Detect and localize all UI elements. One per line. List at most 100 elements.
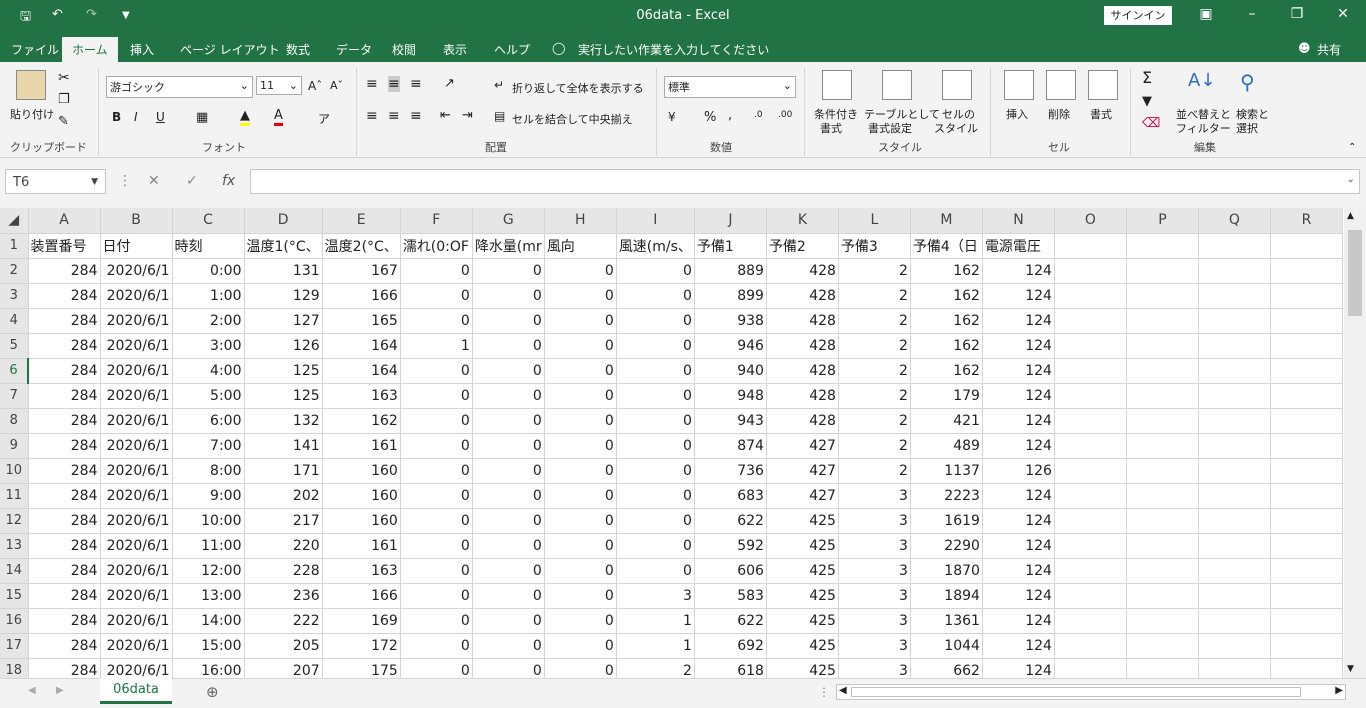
tell-me-search[interactable]: 実行したい作業を入力してください <box>578 41 769 58</box>
cell[interactable]: 171 <box>244 458 323 484</box>
cell[interactable] <box>1126 358 1199 384</box>
cell[interactable]: 427 <box>766 433 839 459</box>
cell[interactable]: 132 <box>244 408 323 434</box>
column-header[interactable]: J <box>694 208 767 234</box>
cell[interactable]: 2020/6/1 <box>100 533 173 559</box>
worksheet-grid[interactable]: ◢ A B C D E F G H I J K L M N O P Q R 1 装置番号 日付 時刻 温度1(°C、 温度2(… <box>0 208 1344 678</box>
cell[interactable] <box>1126 258 1199 284</box>
cell[interactable]: 692 <box>694 633 767 659</box>
cell[interactable]: 0 <box>400 308 473 334</box>
cell[interactable]: 0 <box>616 258 695 284</box>
cell[interactable]: 162 <box>910 283 983 309</box>
cell[interactable]: 284 <box>28 433 101 459</box>
cell[interactable]: 3 <box>838 533 911 559</box>
cell[interactable]: 0 <box>616 533 695 559</box>
column-header[interactable]: B <box>100 208 173 234</box>
cell[interactable]: 217 <box>244 508 323 534</box>
cell[interactable]: 428 <box>766 408 839 434</box>
bold-icon[interactable]: B <box>112 110 121 124</box>
cell[interactable]: 124 <box>982 283 1055 309</box>
row-header[interactable]: 1 <box>0 233 29 259</box>
cell[interactable] <box>1126 383 1199 409</box>
conditional-formatting-line2[interactable]: 書式 <box>820 120 842 136</box>
cell[interactable]: 2 <box>838 358 911 384</box>
cell[interactable]: 0 <box>472 583 545 609</box>
cell[interactable]: 124 <box>982 558 1055 584</box>
cell[interactable]: 3 <box>838 583 911 609</box>
cell[interactable] <box>1198 608 1271 634</box>
cell[interactable] <box>1270 533 1343 559</box>
cell[interactable]: 2290 <box>910 533 983 559</box>
cell[interactable] <box>1054 483 1127 509</box>
row-header[interactable]: 7 <box>0 383 29 409</box>
cell[interactable]: 662 <box>910 658 983 678</box>
column-header[interactable]: A <box>28 208 101 234</box>
cell[interactable] <box>1198 558 1271 584</box>
column-header[interactable]: P <box>1126 208 1199 234</box>
cell[interactable]: 124 <box>982 333 1055 359</box>
cell[interactable]: 169 <box>322 608 401 634</box>
ribbon-display-options-icon[interactable]: ▣ <box>1196 6 1216 22</box>
column-header[interactable]: I <box>616 208 695 234</box>
cell[interactable]: 938 <box>694 308 767 334</box>
column-header[interactable]: K <box>766 208 839 234</box>
cell[interactable] <box>1054 233 1127 259</box>
comma-icon[interactable]: , <box>728 108 732 123</box>
cell[interactable] <box>1270 383 1343 409</box>
cell[interactable]: 装置番号 <box>28 233 101 259</box>
cell[interactable]: 161 <box>322 433 401 459</box>
cell[interactable]: 2 <box>838 333 911 359</box>
cell[interactable]: 736 <box>694 458 767 484</box>
cell[interactable]: 0 <box>400 483 473 509</box>
cell[interactable]: 165 <box>322 308 401 334</box>
cell[interactable]: 166 <box>322 583 401 609</box>
cell[interactable]: 2020/6/1 <box>100 358 173 384</box>
prev-sheet-icon[interactable]: ◀ <box>28 685 36 696</box>
cell[interactable]: 2 <box>838 383 911 409</box>
cell[interactable]: 124 <box>982 508 1055 534</box>
cell[interactable] <box>1054 458 1127 484</box>
insert-cells-button[interactable]: 挿入 <box>1006 106 1028 122</box>
cell-styles-line2[interactable]: スタイル <box>934 120 978 136</box>
italic-icon[interactable]: I <box>134 110 138 124</box>
decrease-decimal-icon[interactable]: .00 <box>778 110 792 120</box>
cell[interactable]: 141 <box>244 433 323 459</box>
scroll-right-icon[interactable]: ▶ <box>1335 685 1343 696</box>
cell[interactable]: 618 <box>694 658 767 678</box>
cell[interactable]: 2223 <box>910 483 983 509</box>
row-header[interactable]: 10 <box>0 458 29 484</box>
cell[interactable]: 11:00 <box>172 533 245 559</box>
cell[interactable]: 126 <box>982 458 1055 484</box>
cell[interactable]: 降水量(mr <box>472 233 545 259</box>
increase-decimal-icon[interactable]: .0 <box>754 110 763 120</box>
cell[interactable] <box>1126 508 1199 534</box>
cell[interactable]: 0 <box>400 358 473 384</box>
cell[interactable]: 3 <box>838 508 911 534</box>
cell[interactable]: 284 <box>28 533 101 559</box>
cell[interactable] <box>1126 583 1199 609</box>
cell[interactable]: 428 <box>766 333 839 359</box>
cell[interactable] <box>1054 258 1127 284</box>
column-header[interactable]: C <box>172 208 245 234</box>
format-painter-icon[interactable]: ✎ <box>58 114 69 129</box>
column-header[interactable]: Q <box>1198 208 1271 234</box>
minimize-icon[interactable]: – <box>1242 6 1262 22</box>
cell[interactable]: 425 <box>766 633 839 659</box>
insert-cells-icon[interactable] <box>1004 70 1034 100</box>
cell[interactable]: 0 <box>616 508 695 534</box>
cell[interactable]: 421 <box>910 408 983 434</box>
cell[interactable]: 10:00 <box>172 508 245 534</box>
cell[interactable]: 9:00 <box>172 483 245 509</box>
cell[interactable]: 0 <box>616 483 695 509</box>
cell[interactable] <box>1198 533 1271 559</box>
cell[interactable]: 2:00 <box>172 308 245 334</box>
cell[interactable]: 0 <box>616 333 695 359</box>
cell[interactable]: 2 <box>838 308 911 334</box>
cell[interactable]: 899 <box>694 283 767 309</box>
cell[interactable]: 2020/6/1 <box>100 308 173 334</box>
cell[interactable] <box>1054 408 1127 434</box>
cell[interactable]: 425 <box>766 583 839 609</box>
font-color-icon[interactable]: A <box>274 108 283 126</box>
cell[interactable]: 予備3 <box>838 233 911 259</box>
cell[interactable]: 160 <box>322 458 401 484</box>
